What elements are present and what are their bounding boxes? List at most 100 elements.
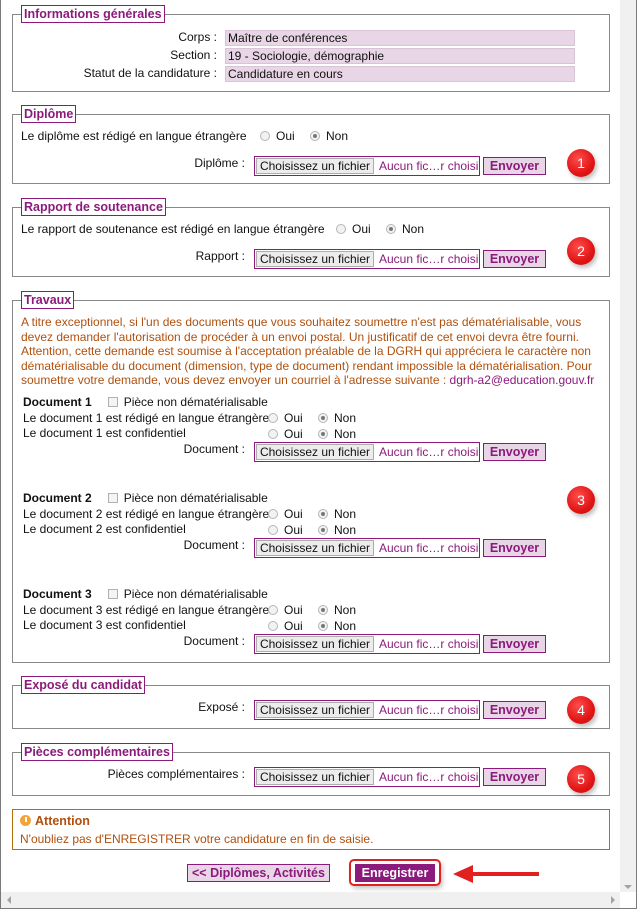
document-2-language-non[interactable]: Non [318, 507, 356, 522]
choose-file-button[interactable]: Choisissez un fichier [256, 444, 374, 460]
rapport-send-button[interactable]: Envoyer [483, 250, 546, 268]
document-3-header: Document 3 Pièce non dématérialisable [23, 587, 268, 601]
document-3-language-non[interactable]: Non [318, 603, 356, 618]
pieces-legend: Pièces complémentaires [21, 743, 173, 761]
radio-non-selected-icon[interactable] [318, 429, 328, 439]
scroll-down-arrow-icon[interactable] [624, 885, 632, 889]
document-2-file-input[interactable]: Choisissez un fichier Aucun fic…r choisi [254, 538, 480, 558]
diplome-language-non[interactable]: Non [310, 129, 348, 144]
section-label: Section : [170, 48, 217, 62]
choose-file-button[interactable]: Choisissez un fichier [256, 769, 374, 785]
previous-step-button[interactable]: << Diplômes, Activités [187, 864, 330, 882]
scroll-left-arrow-icon[interactable] [7, 896, 11, 904]
expose-file-label: Exposé : [198, 700, 245, 714]
expose-file-input[interactable]: Choisissez un fichier Aucun fic…r choisi [254, 700, 480, 720]
radio-oui-icon[interactable] [336, 224, 346, 234]
radio-oui-icon[interactable] [268, 429, 278, 439]
no-file-text: Aucun fic…r choisi [379, 252, 479, 266]
radio-non-selected-icon[interactable] [318, 605, 328, 615]
document-3-nondemat-checkbox[interactable]: Pièce non dématérialisable [107, 587, 268, 601]
rapport-language-question: Le rapport de soutenance est rédigé en l… [21, 222, 325, 236]
document-3-confidential-non[interactable]: Non [318, 619, 356, 634]
travaux-legend: Travaux [21, 291, 75, 309]
document-1-confidential-oui[interactable]: Oui [268, 427, 303, 442]
radio-oui-icon[interactable] [268, 413, 278, 423]
document-3-confidential-oui[interactable]: Oui [268, 619, 303, 634]
document-2-file-label: Document : [183, 538, 245, 552]
document-1-send-button[interactable]: Envoyer [483, 443, 546, 461]
pieces-file-input[interactable]: Choisissez un fichier Aucun fic…r choisi [254, 767, 480, 787]
document-1-confidential-non[interactable]: Non [318, 427, 356, 442]
diplome-file-input[interactable]: Choisissez un fichier Aucun fic…r choisi [254, 156, 480, 176]
document-1-language-non[interactable]: Non [318, 411, 356, 426]
no-file-text: Aucun fic…r choisi [379, 541, 479, 555]
pieces-send-button[interactable]: Envoyer [483, 768, 546, 786]
radio-non-selected-icon[interactable] [386, 224, 396, 234]
expose-send-button[interactable]: Envoyer [483, 701, 546, 719]
rapport-language-oui[interactable]: Oui [336, 222, 371, 237]
rapport-legend: Rapport de soutenance [21, 198, 166, 216]
radio-oui-icon[interactable] [268, 621, 278, 631]
checkbox-icon[interactable] [107, 493, 118, 503]
document-1-header: Document 1 Pièce non dématérialisable [23, 395, 268, 409]
rapport-language-non[interactable]: Non [386, 222, 424, 237]
choose-file-button[interactable]: Choisissez un fichier [256, 540, 374, 556]
radio-non-selected-icon[interactable] [318, 509, 328, 519]
corps-label: Corps : [178, 30, 217, 44]
section-value: 19 - Sociologie, démographie [225, 48, 575, 64]
document-3-language-oui[interactable]: Oui [268, 603, 303, 618]
horizontal-scrollbar[interactable] [1, 892, 621, 908]
rapport-file-label: Rapport : [195, 249, 245, 263]
document-3-file-input[interactable]: Choisissez un fichier Aucun fic…r choisi [254, 634, 480, 654]
document-2-confidential-oui[interactable]: Oui [268, 523, 303, 538]
no-file-text: Aucun fic…r choisi [379, 637, 479, 651]
document-1-nondemat-checkbox[interactable]: Pièce non dématérialisable [107, 395, 268, 409]
document-3-confidential-question: Le document 3 est confidentiel [23, 618, 186, 632]
dgrh-email-link[interactable]: dgrh-a2@education.gouv.fr [450, 373, 595, 387]
browser-frame: Informations générales Corps : Maître de… [0, 0, 637, 909]
pieces-section: Pièces complémentaires Pièces complément… [12, 743, 610, 796]
diplome-file-label: Diplôme : [194, 156, 245, 170]
choose-file-button[interactable]: Choisissez un fichier [256, 636, 374, 652]
general-info-section: Informations générales Corps : Maître de… [12, 5, 610, 92]
no-file-text: Aucun fic…r choisi [379, 703, 479, 717]
radio-non-selected-icon[interactable] [310, 131, 320, 141]
document-1-language-oui[interactable]: Oui [268, 411, 303, 426]
corps-value: Maître de conférences [225, 30, 575, 46]
radio-non-selected-icon[interactable] [318, 621, 328, 631]
diplome-section: Diplôme Le diplôme est rédigé en langue … [12, 105, 610, 184]
document-2-nondemat-checkbox[interactable]: Pièce non dématérialisable [107, 491, 268, 505]
rapport-file-input[interactable]: Choisissez un fichier Aucun fic…r choisi [254, 249, 480, 269]
radio-oui-icon[interactable] [268, 525, 278, 535]
diplome-language-oui[interactable]: Oui [260, 129, 295, 144]
radio-oui-icon[interactable] [260, 131, 270, 141]
radio-oui-icon[interactable] [268, 605, 278, 615]
document-2-confidential-non[interactable]: Non [318, 523, 356, 538]
diplome-legend: Diplôme [21, 105, 77, 123]
document-2-language-question: Le document 2 est rédigé en langue étran… [23, 507, 270, 521]
choose-file-button[interactable]: Choisissez un fichier [256, 251, 374, 267]
document-2-send-button[interactable]: Envoyer [483, 539, 546, 557]
radio-non-selected-icon[interactable] [318, 525, 328, 535]
document-3-send-button[interactable]: Envoyer [483, 635, 546, 653]
checkbox-icon[interactable] [107, 397, 118, 407]
travaux-note: A titre exceptionnel, si l'un des docume… [21, 315, 595, 387]
step-badge-2: 2 [567, 237, 595, 265]
radio-oui-icon[interactable] [268, 509, 278, 519]
choose-file-button[interactable]: Choisissez un fichier [256, 702, 374, 718]
document-1-file-input[interactable]: Choisissez un fichier Aucun fic…r choisi [254, 442, 480, 462]
choose-file-button[interactable]: Choisissez un fichier [256, 158, 374, 174]
vertical-scrollbar[interactable] [620, 0, 636, 893]
warning-icon [20, 815, 31, 826]
save-button[interactable]: Enregistrer [355, 864, 435, 882]
document-2-header: Document 2 Pièce non dématérialisable [23, 491, 268, 505]
step-badge-4: 4 [567, 696, 595, 724]
diplome-send-button[interactable]: Envoyer [483, 157, 546, 175]
radio-non-selected-icon[interactable] [318, 413, 328, 423]
document-2-language-oui[interactable]: Oui [268, 507, 303, 522]
attention-message: N'oubliez pas d'ENREGISTRER votre candid… [20, 832, 374, 846]
checkbox-icon[interactable] [107, 589, 118, 599]
scroll-right-arrow-icon[interactable] [611, 896, 615, 904]
document-1-language-question: Le document 1 est rédigé en langue étran… [23, 411, 270, 425]
diplome-language-question: Le diplôme est rédigé en langue étrangèr… [21, 129, 247, 143]
